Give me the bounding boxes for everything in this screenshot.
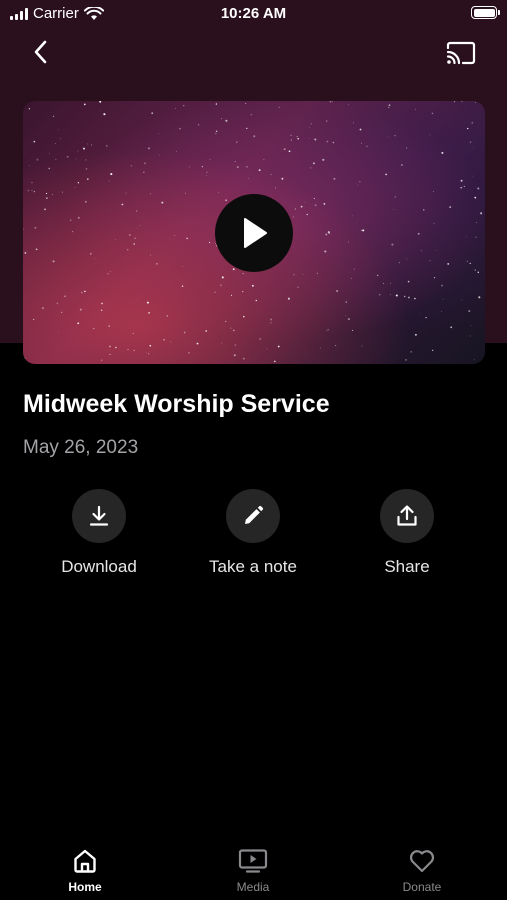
- tab-media[interactable]: Media: [193, 848, 313, 894]
- signal-icon: [10, 7, 28, 20]
- share-label: Share: [384, 557, 430, 576]
- download-action[interactable]: Download: [29, 489, 169, 577]
- share-icon: [397, 505, 417, 526]
- tab-donate-label: Donate: [402, 880, 442, 894]
- tv-play-icon: [238, 849, 268, 873]
- cast-icon: [446, 41, 476, 65]
- carrier-label: Carrier: [33, 5, 79, 22]
- share-action[interactable]: Share: [337, 489, 477, 577]
- tab-home-label: Home: [68, 880, 102, 894]
- take-note-button[interactable]: [226, 489, 280, 543]
- cast-button[interactable]: [445, 40, 477, 66]
- video-thumbnail[interactable]: [23, 101, 485, 364]
- tab-home[interactable]: Home: [25, 848, 145, 894]
- pencil-icon: [245, 505, 264, 524]
- tab-donate[interactable]: Donate: [362, 848, 482, 894]
- heart-icon: [409, 850, 435, 873]
- chevron-left-icon: [34, 40, 47, 64]
- download-icon: [89, 505, 109, 526]
- take-note-action[interactable]: Take a note: [183, 489, 323, 577]
- back-button[interactable]: [28, 38, 54, 66]
- tab-bar: Home Media Donate: [0, 842, 507, 900]
- share-button[interactable]: [380, 489, 434, 543]
- battery-icon: [471, 6, 500, 19]
- take-note-label: Take a note: [209, 557, 297, 576]
- home-icon: [74, 849, 96, 873]
- play-button[interactable]: [215, 193, 293, 272]
- wifi-icon: [83, 6, 104, 20]
- tab-media-label: Media: [236, 880, 270, 894]
- download-button[interactable]: [72, 489, 126, 543]
- status-bar: Carrier 10:26 AM: [0, 0, 507, 28]
- play-icon: [244, 217, 267, 248]
- status-left: Carrier: [10, 5, 104, 22]
- download-label: Download: [61, 557, 137, 576]
- episode-date: May 26, 2023: [23, 437, 139, 458]
- action-row: Download Take a note Share: [0, 489, 507, 589]
- episode-title: Midweek Worship Service: [23, 390, 330, 418]
